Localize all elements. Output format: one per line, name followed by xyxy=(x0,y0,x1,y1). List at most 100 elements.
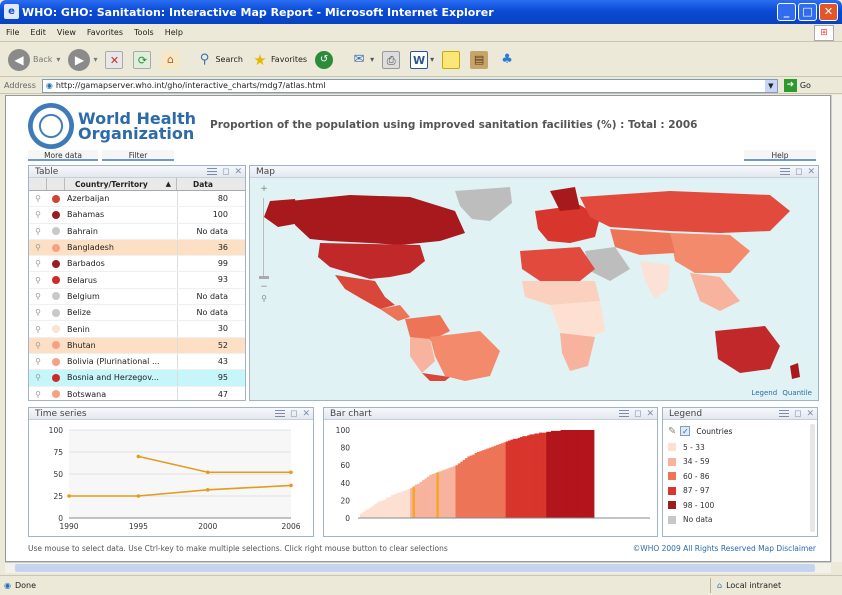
edit-dropdown-icon[interactable]: ▾ xyxy=(430,55,434,64)
map-region-middle-east[interactable] xyxy=(585,247,630,281)
table-row[interactable]: ⚲ Benin 30 xyxy=(29,321,245,338)
table-row[interactable]: ⚲ Belarus 93 xyxy=(29,272,245,289)
sort-ascending-icon[interactable]: ▲ xyxy=(166,180,171,188)
panel-menu-icon[interactable] xyxy=(206,168,217,175)
forward-dropdown-icon[interactable]: ▾ xyxy=(93,55,97,64)
legend-item[interactable]: 34 - 59 xyxy=(663,455,817,470)
close-button[interactable]: ✕ xyxy=(819,3,838,21)
map-region-australia[interactable] xyxy=(715,326,780,373)
column-header-data[interactable]: Data xyxy=(177,178,232,190)
legend-scrollbar[interactable] xyxy=(810,424,815,532)
table-row[interactable]: ⚲ Botswana 47 xyxy=(29,386,245,400)
panel-menu-icon[interactable] xyxy=(618,410,629,417)
pencil-icon[interactable]: ✎ xyxy=(668,426,676,437)
panel-maximize-icon[interactable]: ◻ xyxy=(795,167,802,177)
history-icon[interactable]: ↺ xyxy=(315,50,334,69)
world-map[interactable] xyxy=(250,181,819,381)
forward-button[interactable]: ▶ ▾ xyxy=(68,48,97,71)
table-row[interactable]: ⚲ Bahamas 100 xyxy=(29,207,245,224)
panel-close-icon[interactable]: ✕ xyxy=(646,409,654,419)
row-zoom-icon[interactable]: ⚲ xyxy=(29,357,47,366)
mail-dropdown-icon[interactable]: ▾ xyxy=(370,55,374,64)
map-region-sahel[interactable] xyxy=(522,281,600,305)
messenger-icon[interactable]: ♣ xyxy=(498,51,516,69)
panel-maximize-icon[interactable]: ◻ xyxy=(794,409,801,419)
address-input[interactable]: ◉ http://gamapserver.who.int/gho/interac… xyxy=(41,78,778,93)
table-row[interactable]: ⚲ Bangladesh 36 xyxy=(29,239,245,257)
row-zoom-icon[interactable]: ⚲ xyxy=(29,308,47,317)
row-zoom-icon[interactable]: ⚲ xyxy=(29,325,47,334)
map-region-brazil[interactable] xyxy=(430,331,500,381)
row-zoom-icon[interactable]: ⚲ xyxy=(29,390,47,399)
legend-item[interactable]: 5 - 33 xyxy=(663,440,817,455)
row-zoom-icon[interactable]: ⚲ xyxy=(29,276,47,285)
column-header-country[interactable]: Country/Territory ▲ xyxy=(65,178,177,190)
menu-file[interactable]: File xyxy=(6,28,19,37)
copyright-footer[interactable]: ©WHO 2009 All Rights Reserved Map Discla… xyxy=(633,544,816,553)
menu-edit[interactable]: Edit xyxy=(30,28,46,37)
menu-help[interactable]: Help xyxy=(165,28,183,37)
map-region-alaska[interactable] xyxy=(264,199,300,227)
map-region-india[interactable] xyxy=(640,261,670,299)
map-region-southern-africa[interactable] xyxy=(560,333,595,371)
stop-icon[interactable]: ✕ xyxy=(105,50,124,69)
bar-chart[interactable]: 100 80 60 40 20 0 xyxy=(324,420,657,536)
address-dropdown-icon[interactable]: ▼ xyxy=(764,79,777,92)
table-row[interactable]: ⚲ Bhutan 52 xyxy=(29,337,245,354)
map-region-canada[interactable] xyxy=(290,195,465,245)
home-icon[interactable]: ⌂ xyxy=(161,50,180,69)
table-row[interactable]: ⚲ Bolivia (Plurinational ... 43 xyxy=(29,353,245,371)
map-legend-link[interactable]: Legend xyxy=(751,389,777,397)
legend-item[interactable]: No data xyxy=(663,513,817,528)
maximize-button[interactable]: □ xyxy=(798,3,817,21)
map-region-china[interactable] xyxy=(670,233,750,273)
word-edit-icon[interactable]: W xyxy=(410,50,429,69)
help-button[interactable]: Help xyxy=(744,150,816,161)
go-button[interactable]: ➜ Go xyxy=(783,79,811,92)
table-row[interactable]: ⚲ Belize No data xyxy=(29,305,245,322)
filter-button[interactable]: Filter xyxy=(102,150,174,161)
panel-maximize-icon[interactable]: ◻ xyxy=(222,167,229,177)
page-horizontal-scrollbar[interactable] xyxy=(5,562,831,573)
map-region-peru-bolivia[interactable] xyxy=(410,337,435,373)
table-row[interactable]: ⚲ Barbados 99 xyxy=(29,256,245,273)
print-icon[interactable]: ⎙ xyxy=(382,50,401,69)
map-region-mexico[interactable] xyxy=(335,275,395,309)
map-region-greenland[interactable] xyxy=(455,187,512,221)
time-series-chart[interactable]: 10075502501990 1995 2000 2006 xyxy=(29,420,313,536)
table-row[interactable]: ⚲ Bosnia and Herzegov... 95 xyxy=(29,370,245,387)
row-zoom-icon[interactable]: ⚲ xyxy=(29,194,47,203)
menu-tools[interactable]: Tools xyxy=(134,28,154,37)
panel-close-icon[interactable]: ✕ xyxy=(234,167,242,177)
panel-menu-icon[interactable] xyxy=(778,410,789,417)
row-zoom-icon[interactable]: ⚲ xyxy=(29,210,47,219)
research-icon[interactable]: ▤ xyxy=(470,50,489,69)
row-zoom-icon[interactable]: ⚲ xyxy=(29,373,47,382)
map-region-russia[interactable] xyxy=(580,191,790,233)
panel-maximize-icon[interactable]: ◻ xyxy=(634,409,641,419)
notes-icon[interactable] xyxy=(442,50,461,69)
legend-item[interactable]: 60 - 86 xyxy=(663,469,817,484)
map-region-southeast-asia[interactable] xyxy=(690,273,740,311)
panel-close-icon[interactable]: ✕ xyxy=(806,409,814,419)
more-data-button[interactable]: More data xyxy=(28,150,98,161)
search-button[interactable]: ⚲ Search xyxy=(195,51,243,69)
row-zoom-icon[interactable]: ⚲ xyxy=(29,227,47,236)
panel-maximize-icon[interactable]: ◻ xyxy=(290,409,297,419)
favorites-button[interactable]: ★ Favorites xyxy=(251,51,307,69)
table-row[interactable]: ⚲ Belgium No data xyxy=(29,288,245,306)
row-zoom-icon[interactable]: ⚲ xyxy=(29,259,47,268)
panel-menu-icon[interactable] xyxy=(274,410,285,417)
map-region-new-zealand[interactable] xyxy=(790,363,800,379)
back-button[interactable]: ◀ Back ▾ xyxy=(8,48,60,71)
map-quantile-link[interactable]: Quantile xyxy=(782,389,812,397)
menu-view[interactable]: View xyxy=(57,28,76,37)
map-region-usa[interactable] xyxy=(318,243,425,279)
row-zoom-icon[interactable]: ⚲ xyxy=(29,341,47,350)
back-dropdown-icon[interactable]: ▾ xyxy=(56,55,60,64)
row-zoom-icon[interactable]: ⚲ xyxy=(29,243,47,252)
refresh-icon[interactable]: ⟳ xyxy=(133,50,152,69)
mail-icon[interactable]: ✉ xyxy=(350,51,368,69)
panel-menu-icon[interactable] xyxy=(779,168,790,175)
map-region-central-asia[interactable] xyxy=(610,229,675,255)
